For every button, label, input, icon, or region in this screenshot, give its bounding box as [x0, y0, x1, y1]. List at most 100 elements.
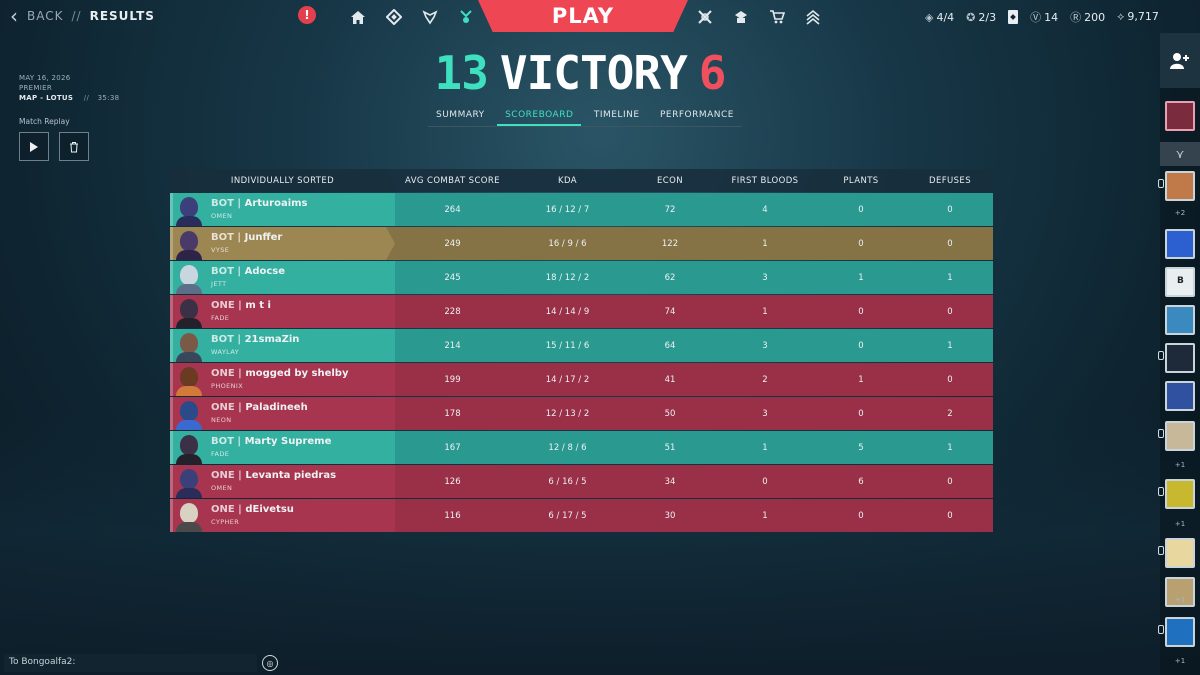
tab-timeline[interactable]: TIMELINE	[586, 108, 648, 126]
friend-avatar[interactable]	[1158, 343, 1195, 373]
cell-plants: 5	[858, 442, 864, 453]
vp-stat[interactable]: Ⓥ 14	[1030, 9, 1058, 25]
header-kda[interactable]: KDA	[510, 176, 625, 186]
status-icon	[1158, 487, 1164, 496]
player-name[interactable]: Paladineeh	[245, 402, 307, 413]
table-row[interactable]: ONE | Paladineeh NEON 178 12 / 13 / 2 50…	[170, 397, 993, 430]
chat-toggle-icon[interactable]: ◎	[262, 655, 278, 671]
friend-avatar[interactable]	[1158, 538, 1195, 568]
breadcrumb-separator: //	[71, 9, 82, 23]
friend-avatar[interactable]	[1158, 617, 1195, 647]
vp-icon: Ⓥ	[1030, 11, 1042, 24]
table-row[interactable]: BOT | 21smaZin WAYLAY 214 15 / 11 / 6 64…	[170, 329, 993, 362]
cell-plants: 6	[858, 476, 864, 487]
player-name[interactable]: Adocse	[245, 266, 285, 277]
chat-input[interactable]: To Bongoalfa2:	[4, 654, 257, 672]
player-name[interactable]: dEivetsu	[245, 504, 294, 515]
table-row[interactable]: BOT | Adocse JETT 245 18 / 12 / 2 62 3 1…	[170, 261, 993, 294]
collection-icon[interactable]	[383, 6, 405, 28]
table-row[interactable]: BOT | Marty Supreme FADE 167 12 / 8 / 6 …	[170, 431, 993, 464]
cell-acs: 214	[444, 340, 461, 351]
player-cell: BOT | Adocse JETT	[170, 261, 395, 294]
battlepass-icon[interactable]	[694, 6, 716, 28]
tab-performance[interactable]: PERFORMANCE	[652, 108, 742, 126]
friend-avatar[interactable]	[1165, 305, 1195, 335]
agent-name: FADE	[211, 449, 230, 458]
tab-summary[interactable]: SUMMARY	[428, 108, 493, 126]
header-plants[interactable]: PLANTS	[815, 176, 907, 186]
header-sort[interactable]: INDIVIDUALLY SORTED	[170, 176, 395, 186]
rank-icon[interactable]	[802, 6, 824, 28]
table-row[interactable]: ONE | mogged by shelby PHOENIX 199 14 / …	[170, 363, 993, 396]
kingdom-stat[interactable]: ✪ 2/3	[966, 11, 996, 24]
header-acs[interactable]: AVG COMBAT SCORE	[395, 176, 510, 186]
table-header: INDIVIDUALLY SORTED AVG COMBAT SCORE KDA…	[170, 169, 993, 192]
home-icon[interactable]	[347, 6, 369, 28]
back-button[interactable]: ‹ BACK // RESULTS	[10, 6, 155, 26]
table-row[interactable]: BOT | Junffer VYSE 249 16 / 9 / 6 122 1 …	[170, 227, 993, 260]
player-name[interactable]: 21smaZin	[245, 334, 300, 345]
status-icon	[1158, 179, 1164, 188]
slots-icon: ◈	[925, 10, 934, 24]
kingdom-credits-stat[interactable]: ⟡ 9,717	[1117, 10, 1159, 24]
table-row[interactable]: BOT | Arturoaims OMEN 264 16 / 12 / 7 72…	[170, 193, 993, 226]
card-icon[interactable]	[1008, 10, 1019, 24]
table-row[interactable]: ONE | m t i FADE 228 14 / 14 / 9 74 1 0 …	[170, 295, 993, 328]
esports-icon[interactable]	[730, 6, 752, 28]
table-row[interactable]: ONE | Levanta piedras OMEN 126 6 / 16 / …	[170, 465, 993, 498]
cell-plants: 0	[858, 510, 864, 521]
career-icon[interactable]	[455, 6, 477, 28]
player-name[interactable]: mogged by shelby	[245, 368, 348, 379]
player-cell: BOT | Marty Supreme FADE	[170, 431, 395, 464]
alert-icon[interactable]: !	[298, 6, 316, 24]
replay-play-button[interactable]	[19, 132, 49, 161]
vp-value: 14	[1044, 11, 1059, 24]
tab-scoreboard[interactable]: SCOREBOARD	[497, 108, 582, 126]
add-friend-icon	[1170, 52, 1189, 69]
agent-name: OMEN	[211, 211, 233, 220]
cell-first-bloods: 0	[762, 476, 768, 487]
play-button[interactable]: PLAY	[478, 0, 688, 32]
table-row[interactable]: ONE | dEivetsu CYPHER 116 6 / 17 / 5 30 …	[170, 499, 993, 532]
agent-name: WAYLAY	[211, 347, 240, 356]
cell-defuses: 0	[947, 510, 953, 521]
add-friend-button[interactable]	[1160, 33, 1200, 88]
friend-initial: B	[1177, 276, 1184, 286]
header-econ[interactable]: ECON	[625, 176, 715, 186]
player-name[interactable]: Levanta piedras	[245, 470, 336, 481]
player-name[interactable]: Arturoaims	[245, 198, 308, 209]
agents-icon[interactable]	[419, 6, 441, 28]
friend-avatar[interactable]	[1158, 171, 1195, 201]
player-cell: ONE | dEivetsu CYPHER	[170, 499, 395, 532]
cell-first-bloods: 1	[762, 306, 768, 317]
agent-portrait	[173, 296, 205, 328]
cell-plants: 0	[858, 306, 864, 317]
cell-kda: 16 / 12 / 7	[545, 204, 590, 215]
friend-avatar[interactable]	[1158, 479, 1195, 509]
agent-portrait	[173, 330, 205, 362]
cell-acs: 249	[444, 238, 461, 249]
party-avatar[interactable]	[1165, 101, 1195, 131]
radianite-stat[interactable]: Ⓡ 200	[1070, 9, 1105, 25]
kingdom-icon: ✪	[966, 10, 976, 24]
social-sidebar: ⋎ B +2 +1 +1 +1 +1	[1158, 33, 1200, 675]
slots-stat[interactable]: ◈ 4/4	[925, 11, 954, 24]
friend-avatar[interactable]	[1165, 381, 1195, 411]
store-icon[interactable]	[766, 6, 788, 28]
cell-defuses: 0	[947, 238, 953, 249]
replay-delete-button[interactable]	[59, 132, 89, 161]
kingdom-credits-icon: ⟡	[1117, 10, 1125, 23]
right-nav	[694, 6, 824, 28]
player-name[interactable]: Marty Supreme	[245, 436, 332, 447]
header-defuses[interactable]: DEFUSES	[907, 176, 993, 186]
player-name[interactable]: m t i	[245, 300, 271, 311]
enemy-score: 6	[698, 46, 727, 100]
header-first-bloods[interactable]: FIRST BLOODS	[715, 176, 815, 186]
cell-econ: 50	[664, 408, 676, 419]
cell-first-bloods: 1	[762, 510, 768, 521]
friend-avatar[interactable]	[1158, 421, 1195, 451]
friend-avatar[interactable]: B	[1165, 267, 1195, 297]
friend-avatar[interactable]	[1165, 229, 1195, 259]
cell-econ: 64	[664, 340, 676, 351]
player-name[interactable]: Junffer	[245, 232, 283, 243]
